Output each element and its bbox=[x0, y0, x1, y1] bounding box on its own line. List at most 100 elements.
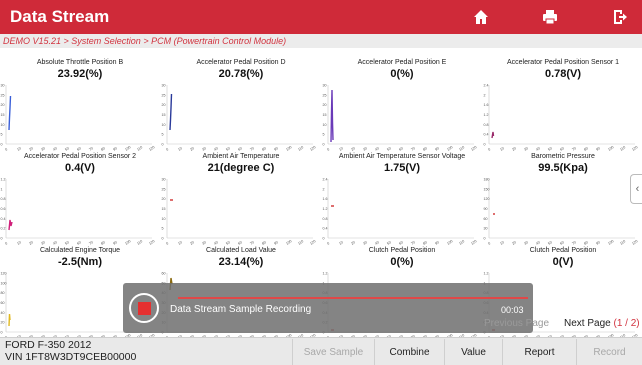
data-stream-cell[interactable]: Absolute Throttle Position B 23.92(%) 30 25… bbox=[0, 58, 160, 155]
data-stream-cell[interactable]: Accelerator Pedal Position E 0(%) 30 25 20 15… bbox=[322, 58, 482, 155]
y-tick-label: 10 bbox=[323, 123, 327, 127]
y-tick-label: 30 bbox=[162, 84, 166, 88]
x-tick-label: 80 bbox=[583, 240, 589, 246]
x-tick-label: 100 bbox=[607, 239, 614, 246]
record-button[interactable]: Record bbox=[576, 339, 642, 365]
signal-trace bbox=[330, 89, 334, 143]
y-tick-label: 20 bbox=[162, 103, 166, 107]
y-tick-label: 0.4 bbox=[1, 217, 6, 221]
x-tick-label: 50 bbox=[386, 240, 392, 246]
x-tick-label: 100 bbox=[446, 239, 453, 246]
value-button[interactable]: Value bbox=[444, 339, 502, 365]
x-tick-label: 70 bbox=[410, 146, 416, 152]
x-tick-label: 60 bbox=[559, 146, 565, 152]
x-tick-label: 20 bbox=[350, 240, 356, 246]
cell-title: Clutch Pedal Position bbox=[368, 247, 436, 254]
x-tick-label: 70 bbox=[88, 146, 94, 152]
expand-panel-tab[interactable]: ‹ bbox=[630, 174, 642, 204]
x-tick-label: 120 bbox=[470, 239, 477, 246]
cell-title: Clutch Pedal Position bbox=[529, 247, 597, 254]
x-tick-label: 120 bbox=[309, 239, 316, 246]
x-tick-label: 110 bbox=[297, 239, 304, 246]
cell-title: Ambient Air Temperature Sensor Voltage bbox=[338, 153, 466, 160]
stop-recording-button[interactable] bbox=[129, 293, 159, 323]
x-tick-label: 120 bbox=[470, 145, 477, 152]
home-button[interactable] bbox=[459, 0, 503, 34]
cell-value: 0(%) bbox=[390, 256, 414, 268]
x-tick-label: 50 bbox=[64, 240, 70, 246]
y-tick-label: 0 bbox=[323, 237, 325, 241]
y-tick-label: 25 bbox=[1, 93, 5, 97]
y-tick-label: 0 bbox=[162, 237, 164, 241]
x-tick-label: 110 bbox=[136, 239, 143, 246]
data-stream-cell[interactable]: Ambient Air Temperature 21(degree C) 30 25 2… bbox=[161, 152, 321, 249]
y-tick-label: 1.2 bbox=[484, 272, 489, 276]
previous-page-link[interactable]: Previous Page bbox=[484, 318, 549, 329]
y-tick-label: 60 bbox=[1, 301, 5, 305]
data-stream-cell[interactable]: Accelerator Pedal Position Sensor 2 0.4(V… bbox=[0, 152, 160, 249]
signal-trace bbox=[8, 219, 13, 231]
save-sample-button[interactable]: Save Sample bbox=[292, 339, 374, 365]
stop-icon bbox=[137, 301, 151, 315]
y-tick-label: 150 bbox=[484, 187, 490, 191]
y-tick-label: 5 bbox=[162, 133, 164, 137]
y-tick-label: 25 bbox=[162, 187, 166, 191]
data-stream-cell[interactable]: Accelerator Pedal Position Sensor 1 0.78(… bbox=[483, 58, 642, 155]
x-tick-label: 10 bbox=[338, 146, 344, 152]
recording-label: Data Stream Sample Recording bbox=[170, 304, 312, 315]
x-tick-label: 60 bbox=[237, 146, 243, 152]
y-tick-label: 20 bbox=[323, 103, 327, 107]
data-stream-cell[interactable]: Ambient Air Temperature Sensor Voltage 1.… bbox=[322, 152, 482, 249]
data-stream-cell[interactable]: Barometric Pressure 99.5(Kpa) 180 150 120 90 6… bbox=[483, 152, 642, 249]
title-bar: Data Stream bbox=[0, 0, 642, 34]
vehicle-vin: VIN 1FT8W3DT9CEB00000 bbox=[5, 351, 137, 363]
print-button[interactable] bbox=[528, 0, 572, 34]
y-tick-label: 60 bbox=[162, 272, 166, 276]
report-button[interactable]: Report bbox=[502, 339, 576, 365]
x-tick-label: 100 bbox=[446, 145, 453, 152]
x-tick-label: 70 bbox=[88, 240, 94, 246]
x-tick-label: 90 bbox=[595, 240, 601, 246]
x-tick-label: 110 bbox=[297, 145, 304, 152]
y-tick-label: 15 bbox=[162, 113, 166, 117]
data-stream-cell[interactable]: Accelerator Pedal Position D 20.78(%) 30 25… bbox=[161, 58, 321, 155]
cell-value: 23.14(%) bbox=[218, 256, 264, 268]
x-tick-label: 120 bbox=[631, 145, 638, 152]
recording-progress-line bbox=[178, 297, 528, 299]
y-tick-label: 90 bbox=[484, 207, 488, 211]
y-tick-label: 30 bbox=[484, 227, 488, 231]
x-tick-label: 50 bbox=[547, 146, 553, 152]
y-tick-label: 2 bbox=[323, 187, 325, 191]
exit-icon bbox=[614, 10, 627, 24]
x-tick-label: 50 bbox=[547, 240, 553, 246]
x-tick-label: 10 bbox=[177, 146, 183, 152]
y-tick-label: 10 bbox=[162, 123, 166, 127]
signal-trace bbox=[169, 93, 173, 131]
x-tick-label: 20 bbox=[189, 146, 195, 152]
signal-trace bbox=[8, 95, 12, 131]
cell-title: Accelerator Pedal Position Sensor 1 bbox=[506, 59, 620, 66]
cell-value: 0.4(V) bbox=[65, 162, 95, 174]
x-tick-label: 40 bbox=[374, 146, 380, 152]
x-tick-label: 10 bbox=[16, 240, 22, 246]
y-tick-label: 20 bbox=[1, 321, 5, 325]
x-tick-label: 120 bbox=[148, 145, 155, 152]
x-tick-label: 40 bbox=[374, 240, 380, 246]
exit-button[interactable] bbox=[598, 0, 642, 34]
next-page-link[interactable]: Next Page (1 / 2) bbox=[564, 318, 640, 329]
cell-value: 0(V) bbox=[552, 256, 574, 268]
x-tick-label: 100 bbox=[285, 145, 292, 152]
cell-value: 0.78(V) bbox=[544, 68, 582, 80]
x-tick-label: 50 bbox=[225, 146, 231, 152]
x-tick-label: 80 bbox=[261, 146, 267, 152]
y-tick-label: 30 bbox=[162, 178, 166, 182]
x-tick-label: 20 bbox=[28, 146, 34, 152]
cell-title: Calculated Engine Torque bbox=[39, 247, 121, 254]
x-tick-label: 40 bbox=[213, 146, 219, 152]
x-tick-label: 90 bbox=[273, 240, 279, 246]
x-tick-label: 70 bbox=[571, 240, 577, 246]
x-tick-label: 60 bbox=[76, 146, 82, 152]
pager: Previous Page Next Page (1 / 2) bbox=[484, 318, 640, 329]
combine-button[interactable]: Combine bbox=[374, 339, 444, 365]
y-tick-label: 0.2 bbox=[1, 227, 6, 231]
